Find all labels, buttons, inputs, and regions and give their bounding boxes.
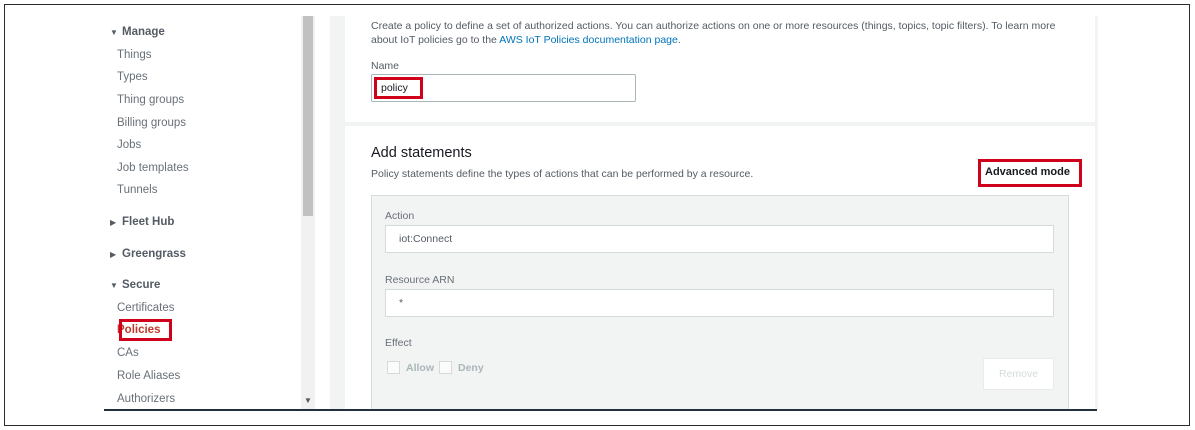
section-secure[interactable]: ▼ Secure: [110, 279, 160, 291]
sidebar-item-cas[interactable]: CAs: [117, 347, 139, 359]
sidebar-item-tunnels[interactable]: Tunnels: [117, 184, 158, 196]
iot-policies-docs-link[interactable]: AWS IoT Policies documentation page: [499, 34, 678, 46]
sidebar-nav: ▼ Manage Things Types Thing groups Billin…: [103, 16, 318, 410]
add-statements-heading: Add statements: [371, 145, 472, 161]
sidebar-item-authorizers[interactable]: Authorizers: [117, 393, 175, 405]
section-fleet-hub[interactable]: ▶ Fleet Hub: [110, 216, 174, 228]
sidebar-item-certificates[interactable]: Certificates: [117, 302, 175, 314]
sidebar-item-billing-groups[interactable]: Billing groups: [117, 117, 186, 129]
bottom-divider: [104, 409, 1097, 411]
name-highlight-box: [374, 77, 423, 99]
effect-label: Effect: [385, 337, 412, 349]
sidebar-scrollbar-thumb[interactable]: [303, 16, 313, 216]
intro-text: Create a policy to define a set of autho…: [371, 20, 1056, 46]
sidebar-item-job-templates[interactable]: Job templates: [117, 162, 189, 174]
deny-label: Deny: [458, 362, 484, 374]
statements-description: Policy statements define the types of ac…: [371, 168, 754, 180]
allow-label: Allow: [406, 362, 434, 374]
caret-right-icon: ▶: [110, 218, 117, 227]
action-input[interactable]: iot:Connect: [385, 225, 1054, 253]
caret-down-icon: ▼: [110, 28, 118, 37]
sidebar-item-role-aliases[interactable]: Role Aliases: [117, 370, 180, 382]
deny-checkbox[interactable]: [439, 361, 452, 374]
sidebar-item-thing-groups[interactable]: Thing groups: [117, 94, 184, 106]
action-label: Action: [385, 210, 415, 222]
sidebar-item-jobs[interactable]: Jobs: [117, 139, 141, 151]
name-label: Name: [371, 60, 400, 72]
scroll-down-arrow-icon[interactable]: ▼: [303, 396, 313, 406]
caret-right-icon: ▶: [110, 250, 117, 259]
sidebar-item-things[interactable]: Things: [117, 49, 152, 61]
section-greengrass[interactable]: ▶ Greengrass: [110, 248, 186, 260]
sidebar-item-types[interactable]: Types: [117, 71, 148, 83]
resource-arn-input[interactable]: *: [385, 289, 1054, 317]
policies-highlight-box: [119, 319, 172, 341]
advanced-mode-highlight-box: [978, 159, 1082, 187]
allow-checkbox[interactable]: [387, 361, 400, 374]
remove-button[interactable]: Remove: [983, 358, 1054, 390]
caret-down-icon: ▼: [110, 281, 118, 290]
resource-arn-label: Resource ARN: [385, 274, 455, 286]
section-manage[interactable]: ▼ Manage: [110, 26, 165, 38]
